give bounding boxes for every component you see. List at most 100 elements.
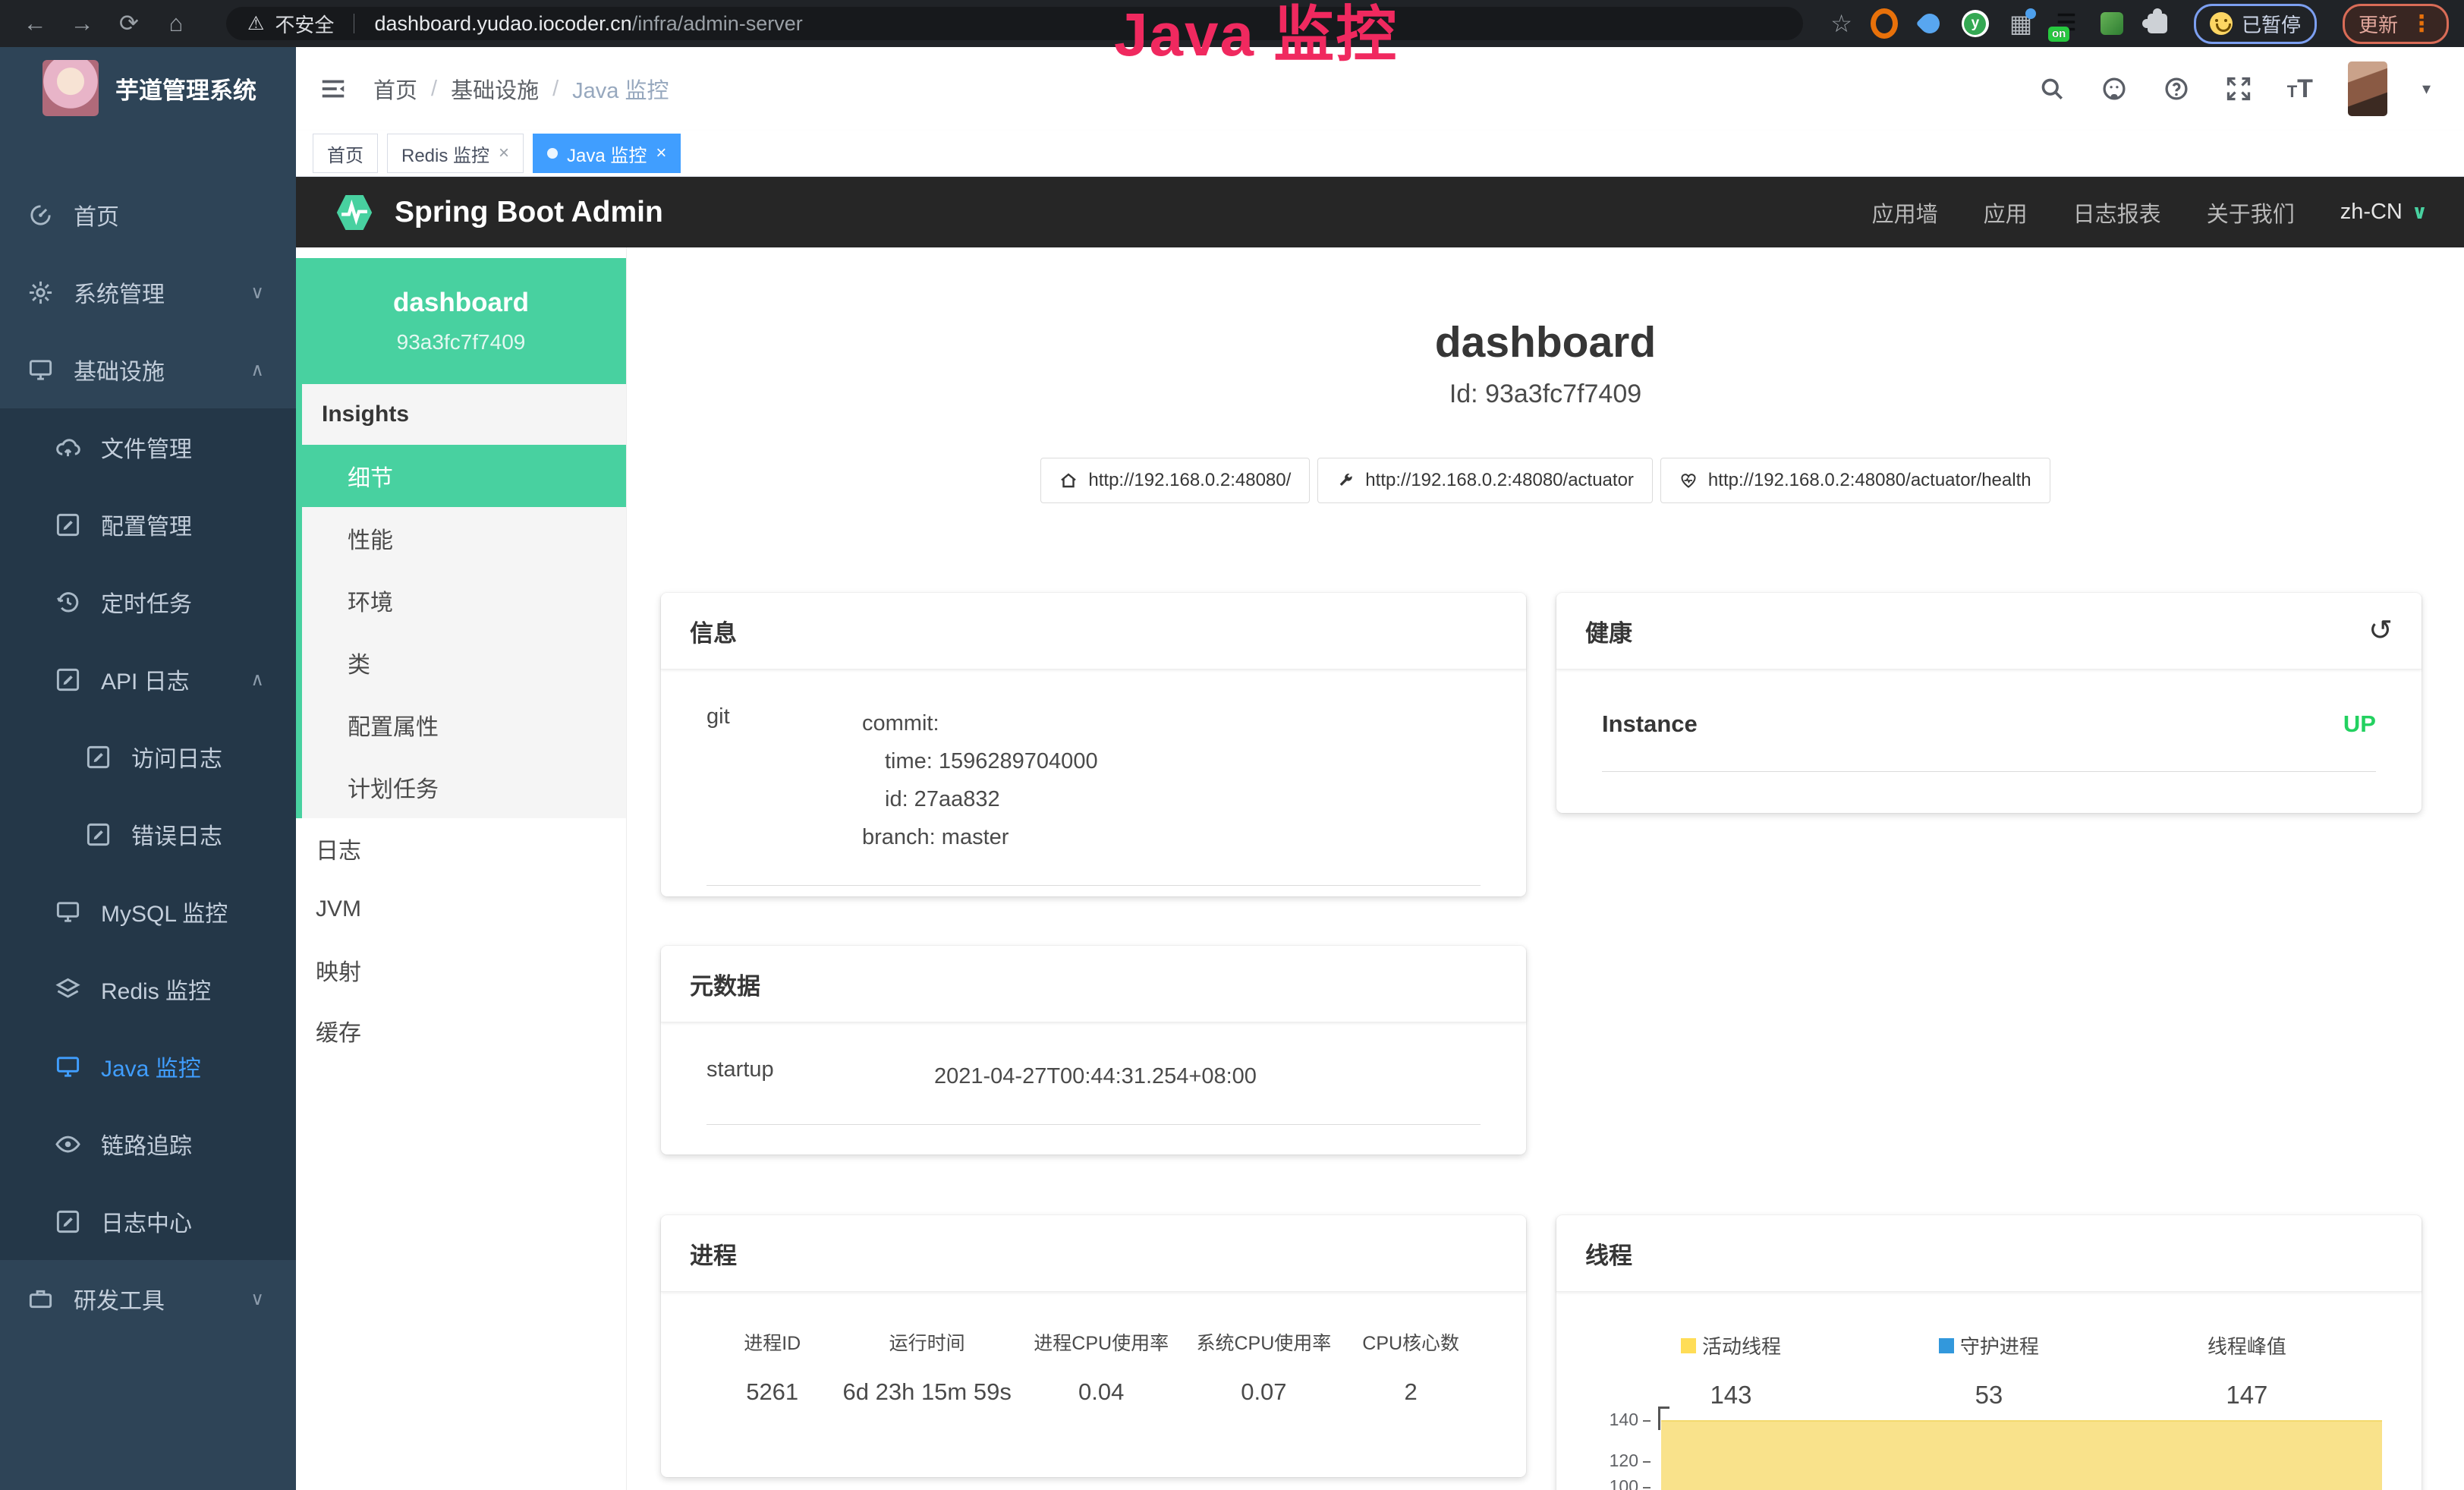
info-card: 信息 git commit: time: 1596289704000 id: 2… bbox=[661, 593, 1526, 896]
sidebar-item-tracing[interactable]: 链路追踪 bbox=[0, 1105, 296, 1183]
sba-brand[interactable]: Spring Boot Admin bbox=[332, 191, 663, 235]
actuator-url-button[interactable]: http://192.168.0.2:48080/actuator bbox=[1317, 458, 1653, 503]
sidebar-item-java-monitor[interactable]: Java 监控 bbox=[0, 1028, 296, 1105]
col-process-cpu: 进程CPU使用率 bbox=[1016, 1328, 1186, 1356]
sba-item-performance[interactable]: 性能 bbox=[302, 507, 626, 569]
extension-y-icon[interactable]: y bbox=[1962, 10, 1989, 37]
hamburger-icon[interactable] bbox=[319, 74, 348, 103]
sba-item-config-props[interactable]: 配置属性 bbox=[302, 694, 626, 756]
active-dot bbox=[547, 148, 558, 159]
bookmark-star-icon[interactable]: ☆ bbox=[1830, 9, 1852, 38]
close-icon[interactable]: × bbox=[656, 143, 666, 164]
startup-value: 2021-04-27T00:44:31.254+08:00 bbox=[934, 1057, 1257, 1095]
sidebar-item-mysql-monitor[interactable]: MySQL 监控 bbox=[0, 873, 296, 950]
nav-app-wall[interactable]: 应用墙 bbox=[1872, 197, 1938, 228]
sidebar-item-file-manage[interactable]: 文件管理 bbox=[0, 408, 296, 486]
sba-app-block[interactable]: dashboard 93a3fc7f7409 bbox=[296, 258, 626, 384]
sba-item-mappings[interactable]: 映射 bbox=[296, 940, 626, 1000]
log-edit-icon bbox=[85, 821, 112, 848]
header-actions: TT ▾ bbox=[2038, 61, 2431, 116]
nav-applications[interactable]: 应用 bbox=[1984, 197, 2028, 228]
home-icon bbox=[1059, 471, 1078, 490]
reload-icon[interactable]: ⟳ bbox=[109, 10, 149, 37]
edit-icon bbox=[55, 512, 81, 538]
extension-leaf-icon[interactable] bbox=[2098, 10, 2126, 37]
spring-boot-admin-frame: Spring Boot Admin 应用墙 应用 日志报表 关于我们 zh-CN… bbox=[296, 177, 2464, 1490]
dashboard-icon bbox=[27, 202, 54, 228]
service-links: http://192.168.0.2:48080/ http://192.168… bbox=[627, 458, 2464, 503]
warning-icon: ⚠ bbox=[247, 12, 264, 35]
sba-sidebar: dashboard 93a3fc7f7409 Insights 细节 性能 环境… bbox=[296, 247, 627, 1490]
extensions-row: ☆ y ▦ ☰on 已暂停 更新 ⋮ bbox=[1830, 4, 2449, 44]
threads-legend: 活动线程 143 守护进程 53 线程峰值 147 bbox=[1602, 1292, 2376, 1410]
user-avatar[interactable] bbox=[2348, 61, 2387, 116]
sidebar-item-dev-tools[interactable]: 研发工具 ∨ bbox=[0, 1260, 296, 1337]
page-title: dashboard bbox=[627, 317, 2464, 367]
extension-pin-icon[interactable] bbox=[1916, 10, 1943, 37]
sidebar-item-config-manage[interactable]: 配置管理 bbox=[0, 486, 296, 563]
gear-icon bbox=[27, 279, 54, 306]
sidebar-item-access-logs[interactable]: 访问日志 bbox=[0, 718, 296, 795]
sba-item-environment[interactable]: 环境 bbox=[302, 569, 626, 632]
user-caret-icon[interactable]: ▾ bbox=[2422, 79, 2431, 99]
profile-paused-button[interactable]: 已暂停 bbox=[2194, 4, 2317, 44]
instance-row[interactable]: Instance UP bbox=[1602, 669, 2376, 772]
sba-app-id: 93a3fc7f7409 bbox=[397, 330, 526, 354]
sba-item-details[interactable]: 细节 bbox=[302, 445, 626, 507]
extension-colab-icon[interactable] bbox=[1871, 10, 1898, 37]
nav-about[interactable]: 关于我们 bbox=[2207, 197, 2295, 228]
col-pid: 进程ID bbox=[706, 1328, 838, 1356]
metadata-card-title: 元数据 bbox=[661, 946, 1526, 1022]
sidebar-item-log-center[interactable]: 日志中心 bbox=[0, 1183, 296, 1260]
nav-log-report[interactable]: 日志报表 bbox=[2073, 197, 2161, 228]
browser-home-icon[interactable]: ⌂ bbox=[156, 10, 196, 37]
search-icon[interactable] bbox=[2038, 75, 2066, 102]
admin-sidebar: 芋道管理系统 首页 系统管理 ∨ 基础设施 ∧ 文件管理 bbox=[0, 47, 296, 1490]
breadcrumb-home[interactable]: 首页 bbox=[373, 73, 417, 105]
sidebar-item-infra[interactable]: 基础设施 ∧ bbox=[0, 331, 296, 408]
help-icon[interactable] bbox=[2163, 75, 2190, 102]
extension-grid-icon[interactable]: ▦ bbox=[2007, 10, 2034, 37]
locale-select[interactable]: zh-CN ∨ bbox=[2340, 200, 2428, 225]
fullscreen-icon[interactable] bbox=[2225, 75, 2252, 102]
browser-menu-icon[interactable]: ⋮ bbox=[2410, 11, 2433, 37]
extension-switch-icon[interactable]: ☰on bbox=[2053, 10, 2080, 37]
breadcrumb-infra[interactable]: 基础设施 bbox=[451, 73, 539, 105]
extensions-puzzle-icon[interactable] bbox=[2144, 10, 2171, 37]
update-button[interactable]: 更新 ⋮ bbox=[2343, 4, 2449, 44]
security-label[interactable]: 不安全 bbox=[275, 10, 334, 38]
tab-home[interactable]: 首页 bbox=[313, 134, 378, 173]
sidebar-item-system[interactable]: 系统管理 ∨ bbox=[0, 254, 296, 331]
sidebar-item-api-logs[interactable]: API 日志 ∧ bbox=[0, 641, 296, 718]
startup-key: startup bbox=[706, 1057, 934, 1095]
col-cpu-cores: CPU核心数 bbox=[1341, 1328, 1481, 1356]
tab-java-monitor[interactable]: Java 监控 × bbox=[533, 134, 681, 173]
sidebar-item-redis-monitor[interactable]: Redis 监控 bbox=[0, 950, 296, 1028]
service-url-button[interactable]: http://192.168.0.2:48080/ bbox=[1040, 458, 1310, 503]
sidebar-item-home[interactable]: 首页 bbox=[0, 176, 296, 254]
legend-live-threads: 活动线程 143 bbox=[1602, 1331, 1860, 1410]
process-card-title: 进程 bbox=[661, 1215, 1526, 1292]
github-icon[interactable] bbox=[2101, 75, 2128, 102]
sba-item-classes[interactable]: 类 bbox=[302, 632, 626, 694]
sba-item-caches[interactable]: 缓存 bbox=[296, 1000, 626, 1061]
health-url-button[interactable]: http://192.168.0.2:48080/actuator/health bbox=[1660, 458, 2050, 503]
sidebar-item-scheduled-tasks[interactable]: 定时任务 bbox=[0, 563, 296, 641]
back-icon[interactable]: ← bbox=[15, 10, 55, 37]
sba-app-name: dashboard bbox=[393, 288, 529, 318]
monitor-icon bbox=[27, 357, 54, 383]
font-size-icon[interactable]: TT bbox=[2287, 74, 2313, 104]
sba-item-logs[interactable]: 日志 bbox=[296, 818, 626, 879]
forward-icon[interactable]: → bbox=[62, 10, 102, 37]
history-icon[interactable]: ↺ bbox=[2368, 616, 2393, 645]
address-bar[interactable]: ⚠ 不安全 dashboard.yudao.iocoder.cn/infra/a… bbox=[226, 7, 1803, 40]
app-logo-row[interactable]: 芋道管理系统 bbox=[0, 47, 296, 129]
close-icon[interactable]: × bbox=[499, 143, 509, 164]
sidebar-item-error-logs[interactable]: 错误日志 bbox=[0, 795, 296, 873]
tab-redis-monitor[interactable]: Redis 监控 × bbox=[387, 134, 524, 173]
briefcase-icon bbox=[27, 1286, 54, 1312]
insights-title: Insights bbox=[302, 384, 626, 445]
sba-item-jvm[interactable]: JVM bbox=[296, 879, 626, 940]
chevron-up-icon: ∧ bbox=[250, 359, 264, 381]
sba-item-scheduled[interactable]: 计划任务 bbox=[302, 756, 626, 818]
